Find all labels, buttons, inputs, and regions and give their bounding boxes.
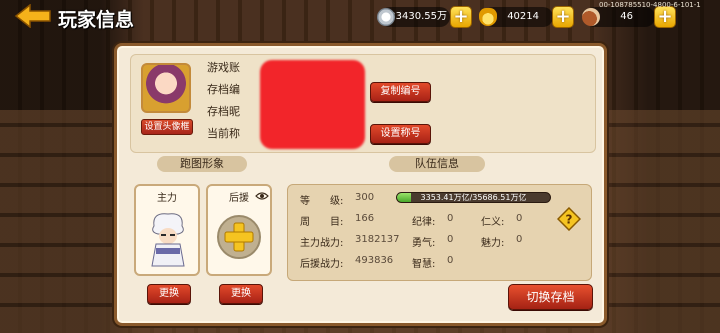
zhoumu-label: 周 目: bbox=[300, 217, 344, 228]
redaction-mark bbox=[260, 60, 365, 149]
meili-value: 0 bbox=[516, 234, 523, 245]
page-title: 玩家信息 bbox=[58, 9, 135, 31]
profile-info-box: 设置头像框 游戏账 存档编 存档昵 当前称 复制编号 设置称号 bbox=[130, 54, 596, 153]
zhihui-label: 智慧: bbox=[412, 259, 436, 270]
team-info-header: 队伍信息 bbox=[389, 156, 485, 172]
main-slot-label: 主力 bbox=[157, 193, 177, 204]
gold-ingot-icon bbox=[479, 8, 497, 26]
jilv-value: 0 bbox=[447, 213, 454, 224]
drumstick-value: 46 bbox=[620, 11, 633, 22]
set-avatar-frame-button[interactable]: 设置头像框 bbox=[141, 119, 193, 135]
save-id-label: 存档编 bbox=[207, 83, 240, 96]
main-power-value: 3182137 bbox=[355, 234, 400, 245]
eye-icon[interactable] bbox=[255, 191, 269, 201]
add-drumstick-button[interactable]: + bbox=[654, 6, 676, 28]
player-avatar[interactable] bbox=[141, 63, 191, 113]
save-nickname-label: 存档昵 bbox=[207, 105, 240, 118]
jilv-label: 纪律: bbox=[412, 217, 436, 228]
character-sprite-icon bbox=[151, 213, 185, 267]
change-support-button[interactable]: 更换 bbox=[219, 284, 263, 304]
main-character-slot[interactable]: 主力 bbox=[134, 184, 200, 276]
run-image-header: 跑图形象 bbox=[157, 156, 247, 172]
top-bar: 玩家信息 33430.55万 + 40214 + 46 + 00-1087855… bbox=[0, 0, 720, 34]
exp-text: 3353.41万亿/35686.51万亿 bbox=[420, 193, 527, 202]
set-title-button[interactable]: 设置称号 bbox=[370, 124, 431, 144]
silver-coin-icon bbox=[377, 8, 395, 26]
change-main-button[interactable]: 更换 bbox=[147, 284, 191, 304]
switch-save-button[interactable]: 切换存档 bbox=[508, 284, 593, 310]
zhoumu-value: 166 bbox=[355, 213, 375, 224]
support-power-value: 493836 bbox=[355, 255, 394, 266]
silver-value: 33430.55万 bbox=[389, 11, 447, 22]
level-value: 300 bbox=[355, 192, 375, 203]
back-arrow-icon[interactable] bbox=[14, 4, 52, 28]
copy-id-button[interactable]: 复制编号 bbox=[370, 82, 431, 102]
svg-text:?: ? bbox=[566, 213, 573, 227]
account-label: 游戏账 bbox=[207, 61, 240, 74]
add-character-icon[interactable] bbox=[216, 214, 262, 260]
yongqi-label: 勇气: bbox=[412, 238, 436, 249]
renyi-value: 0 bbox=[516, 213, 523, 224]
add-silver-button[interactable]: + bbox=[450, 6, 472, 28]
team-info-box: 等 级: 300 3353.41万亿/35686.51万亿 周 目: 166 纪… bbox=[287, 184, 592, 281]
drumstick-icon bbox=[582, 8, 600, 26]
renyi-label: 仁义: bbox=[481, 217, 505, 228]
support-character-slot[interactable]: 后援 bbox=[206, 184, 272, 276]
zhihui-value: 0 bbox=[447, 255, 454, 266]
level-label: 等 级: bbox=[300, 196, 344, 207]
yongqi-value: 0 bbox=[447, 234, 454, 245]
meili-label: 魅力: bbox=[481, 238, 505, 249]
exp-progress-bar: 3353.41万亿/35686.51万亿 bbox=[396, 192, 551, 203]
current-title-label: 当前称 bbox=[207, 127, 240, 140]
add-gold-button[interactable]: + bbox=[552, 6, 574, 28]
main-power-label: 主力战力: bbox=[300, 238, 344, 249]
gold-value: 40214 bbox=[507, 11, 539, 22]
user-id-text: 00-108785510-4800-6-101-1 bbox=[599, 1, 701, 9]
help-question-icon[interactable]: ? bbox=[557, 207, 581, 231]
player-info-panel: 设置头像框 游戏账 存档编 存档昵 当前称 复制编号 设置称号 跑图形象 队伍信… bbox=[114, 43, 607, 326]
support-power-label: 后援战力: bbox=[300, 259, 344, 270]
